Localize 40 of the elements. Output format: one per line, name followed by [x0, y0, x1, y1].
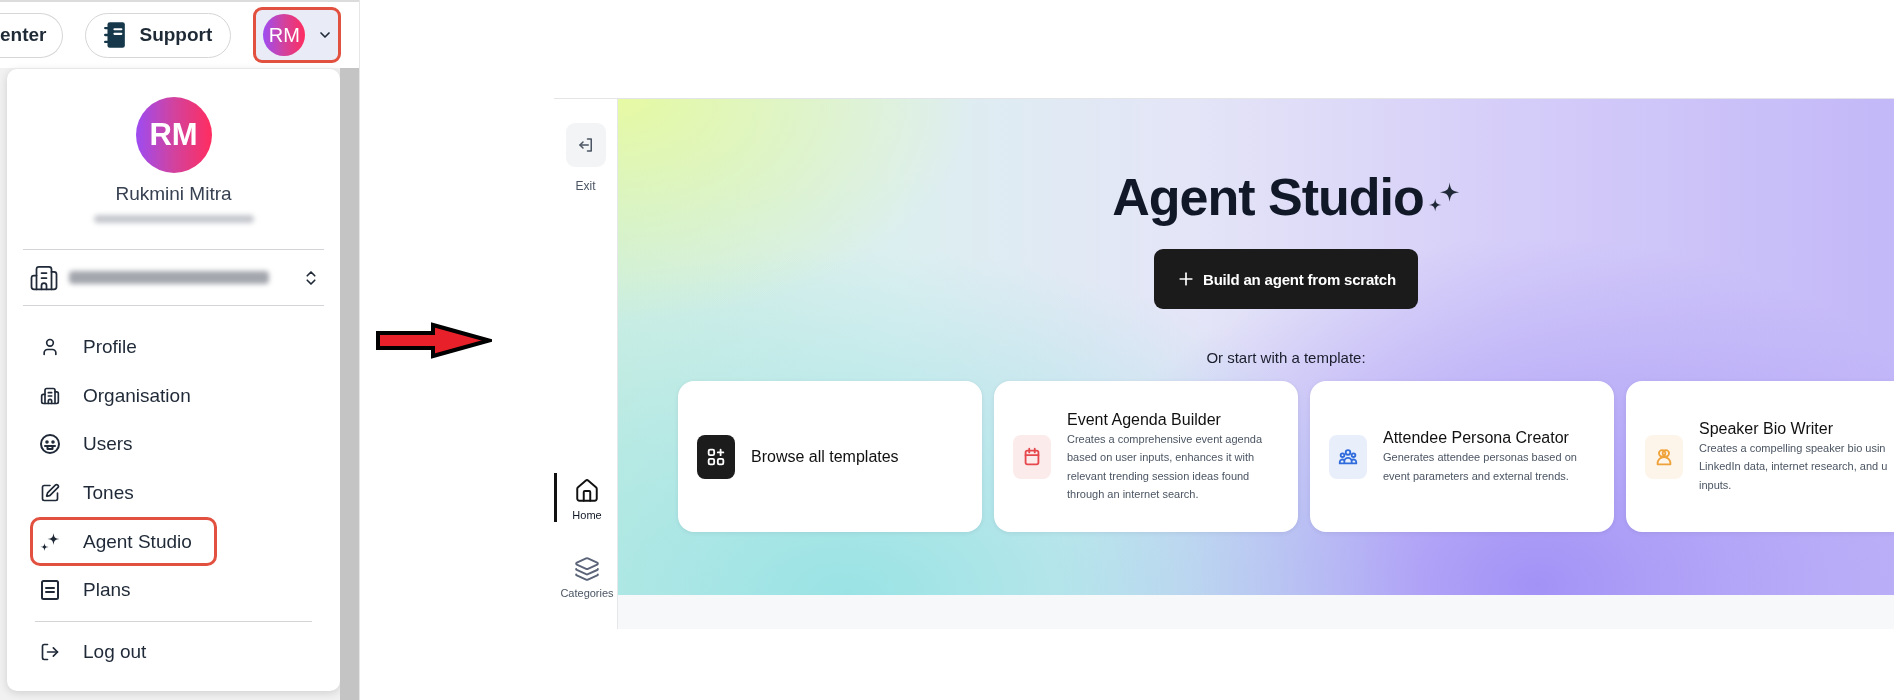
build-agent-button[interactable]: Build an agent from scratch — [1154, 249, 1418, 309]
exit-button[interactable]: Exit — [565, 123, 606, 193]
user-name: Rukmini Mitra — [115, 183, 232, 205]
face-icon — [40, 434, 60, 455]
menu-item[interactable]: Tones — [30, 468, 159, 518]
template-description: Creates a comprehensive event agenda based on user inputs, enhances it with relevant trending session ideas found through an internet search. — [1067, 431, 1263, 502]
template-title: Speaker Bio Writer — [1699, 419, 1834, 440]
page-title: Agent Studio — [1112, 167, 1424, 227]
account-menu-button[interactable]: RM — [253, 7, 341, 63]
template-title: Event Agenda Builder — [1067, 409, 1222, 430]
document-icon — [40, 580, 60, 601]
layers-icon — [574, 556, 600, 582]
support-button[interactable]: Support — [85, 12, 232, 58]
menu-item[interactable]: Log out — [30, 627, 172, 677]
sparkles-icon — [40, 531, 60, 552]
template-description: Generates attendee personas based on event parameters and external trends. — [1383, 450, 1577, 484]
template-title: Browse all templates — [751, 446, 899, 467]
menu-item[interactable]: Users — [30, 420, 158, 469]
template-card[interactable]: Browse all templates — [678, 381, 982, 532]
notebook-icon — [104, 22, 127, 48]
building-icon — [40, 385, 60, 406]
menu-item[interactable]: Organisation — [30, 371, 216, 421]
menu-item[interactable]: Profile — [30, 323, 162, 372]
template-card[interactable]: Attendee Persona Creator Generates attendee personas based on event parameters and external trends. — [1310, 381, 1614, 532]
section-subtitle: Or start with a template: — [1206, 348, 1366, 368]
menu-item[interactable]: Agent Studio — [30, 517, 217, 566]
home-icon — [574, 478, 600, 504]
template-description: Creates a compelling speaker bio usin LinkedIn data, internet research, and u inputs. — [1699, 441, 1888, 493]
exit-icon — [565, 123, 606, 167]
help-center-button[interactable]: enter — [0, 12, 64, 58]
template-card[interactable]: Speaker Bio Writer Creates a compelling speaker bio usin LinkedIn data, internet research, and u inputs. — [1626, 381, 1894, 532]
user-icon — [40, 337, 60, 358]
user-avatar: RM — [263, 14, 306, 56]
template-card[interactable]: Event Agenda Builder Creates a comprehensive event agenda based on user inputs, enhances it with relevant trending session ideas found through an internet search. — [994, 381, 1298, 532]
nav-item[interactable]: Categories — [554, 551, 617, 600]
edit-icon — [40, 483, 60, 504]
user-avatar: RM — [135, 97, 212, 173]
logout-icon — [40, 641, 60, 662]
menu-item[interactable]: Plans — [30, 565, 156, 615]
template-title: Attendee Persona Creator — [1383, 428, 1570, 449]
